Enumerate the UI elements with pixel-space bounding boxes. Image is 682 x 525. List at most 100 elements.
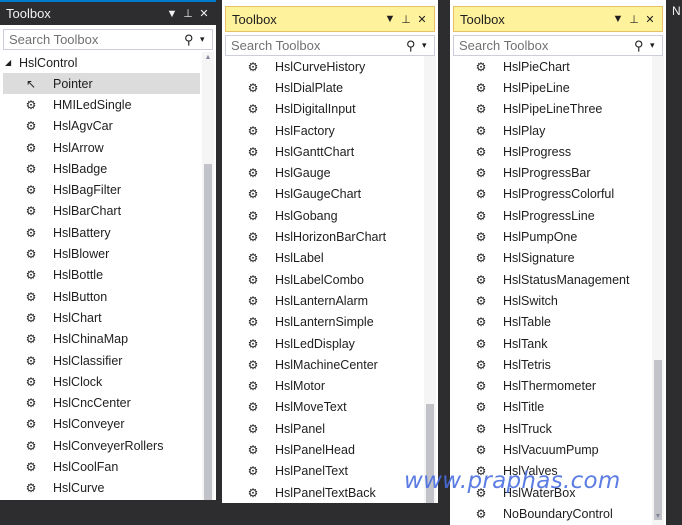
toolbox-item[interactable]: ⚙ HslCoolFan bbox=[3, 456, 200, 477]
toolbox-item[interactable]: ⚙ HslCncCenter bbox=[3, 392, 200, 413]
toolbox-item[interactable]: ⚙ HslTruck bbox=[453, 418, 650, 439]
toolbox-item[interactable]: ⚙ HslTank bbox=[453, 333, 650, 354]
toolbox-item[interactable]: ⚙ HslTetris bbox=[453, 354, 650, 375]
toolbox-item[interactable]: ⚙ HslMachineCenter bbox=[225, 354, 422, 375]
toolbox-item[interactable]: ⚙ HslGobang bbox=[225, 205, 422, 226]
close-icon[interactable]: ✕ bbox=[642, 13, 658, 26]
scrollbar[interactable]: ▼ bbox=[652, 56, 664, 525]
search-options-chevron-icon[interactable]: ▾ bbox=[650, 40, 662, 51]
chevron-down-icon[interactable]: ▼ bbox=[610, 13, 626, 25]
search-input[interactable]: Search Toolbox bbox=[231, 38, 406, 53]
search-options-chevron-icon[interactable]: ▾ bbox=[200, 34, 212, 45]
toolbox-item-label: HslPieChart bbox=[503, 59, 570, 74]
search-box[interactable]: Search Toolbox ⚲ ▾ bbox=[3, 29, 213, 50]
toolbox-item[interactable]: ⚙ HslConveyer bbox=[3, 414, 200, 435]
toolbox-item[interactable]: ⚙ HslWaterBox bbox=[453, 482, 650, 503]
toolbox-item[interactable]: ⚙ HslPanelTextBack bbox=[225, 482, 422, 503]
toolbox-item[interactable]: ⚙ HslMoveText bbox=[225, 397, 422, 418]
toolbox-item-label: HslMotor bbox=[275, 379, 326, 394]
search-input[interactable]: Search Toolbox bbox=[459, 38, 634, 53]
toolbox-item[interactable]: ⚙ HslTitle bbox=[453, 397, 650, 418]
pin-icon[interactable]: ⊥ bbox=[398, 13, 414, 26]
component-icon: ⚙ bbox=[475, 80, 487, 95]
scrollbar-thumb[interactable] bbox=[204, 164, 212, 500]
scrollbar-thumb[interactable] bbox=[654, 360, 662, 520]
search-box[interactable]: Search Toolbox ⚲ ▾ bbox=[453, 35, 663, 56]
toolbox-item[interactable]: ⚙ HslPipeLine bbox=[453, 77, 650, 98]
toolbox-item[interactable]: ⚙ HslLedDisplay bbox=[225, 333, 422, 354]
search-options-chevron-icon[interactable]: ▾ bbox=[422, 40, 434, 51]
search-icon[interactable]: ⚲ bbox=[634, 38, 650, 54]
toolbox-item[interactable]: ⚙ HslMotor bbox=[225, 375, 422, 396]
scroll-up-arrow-icon[interactable]: ▲ bbox=[202, 54, 214, 61]
pin-icon[interactable]: ⊥ bbox=[180, 7, 196, 20]
search-icon[interactable]: ⚲ bbox=[406, 38, 422, 54]
pin-icon[interactable]: ⊥ bbox=[626, 13, 642, 26]
toolbox-item[interactable]: ⚙ HslGauge bbox=[225, 162, 422, 183]
toolbox-item[interactable]: ⚙ HslPieChart bbox=[453, 56, 650, 77]
toolbox-item[interactable]: ⚙ HslBadge bbox=[3, 158, 200, 179]
toolbox-item[interactable]: ⚙ HslPipeLineThree bbox=[453, 99, 650, 120]
toolbox-item[interactable]: ⚙ HslAgvCar bbox=[3, 116, 200, 137]
search-box[interactable]: Search Toolbox ⚲ ▾ bbox=[225, 35, 435, 56]
toolbox-list: ⚙ HslCurveHistory ⚙ HslDialPlate ⚙ HslDigital… bbox=[225, 56, 422, 503]
chevron-down-icon[interactable]: ▼ bbox=[382, 13, 398, 25]
toolbox-panel-4-partial: N bbox=[670, 0, 682, 525]
toolbox-item[interactable]: ⚙ HslChart bbox=[3, 307, 200, 328]
toolbox-item[interactable]: ⚙ HslSwitch bbox=[453, 290, 650, 311]
toolbox-item[interactable]: ⚙ HslClassifier bbox=[3, 350, 200, 371]
toolbox-item[interactable]: ↖ Pointer bbox=[3, 73, 200, 95]
scrollbar-thumb[interactable] bbox=[426, 404, 434, 503]
toolbox-item[interactable]: ⚙ HslConveyerRollers bbox=[3, 435, 200, 456]
toolbox-item[interactable]: ⚙ HslPlay bbox=[453, 120, 650, 141]
toolbox-item[interactable]: ⚙ HslLanternAlarm bbox=[225, 290, 422, 311]
search-input[interactable]: Search Toolbox bbox=[9, 32, 184, 47]
toolbox-item[interactable]: ⚙ HslGanttChart bbox=[225, 141, 422, 162]
toolbox-item[interactable]: ⚙ HslThermometer bbox=[453, 375, 650, 396]
close-icon[interactable]: ✕ bbox=[414, 13, 430, 26]
toolbox-item[interactable]: ⚙ HslBarChart bbox=[3, 201, 200, 222]
toolbox-item[interactable]: ⚙ HslBattery bbox=[3, 222, 200, 243]
chevron-down-icon[interactable]: ▼ bbox=[164, 8, 180, 20]
toolbox-item[interactable]: ⚙ HslCurve bbox=[3, 478, 200, 499]
toolbox-item[interactable]: ⚙ HslValves bbox=[453, 461, 650, 482]
scrollbar[interactable]: ▲ bbox=[202, 52, 214, 500]
toolbox-item[interactable]: ⚙ HslStatusManagement bbox=[453, 269, 650, 290]
toolbox-item[interactable]: ⚙ HslHorizonBarChart bbox=[225, 226, 422, 247]
toolbox-item[interactable]: ⚙ HslProgress bbox=[453, 141, 650, 162]
toolbox-item[interactable]: ⚙ HslArrow bbox=[3, 137, 200, 158]
toolbox-item[interactable]: ⚙ HslPanelText bbox=[225, 461, 422, 482]
toolbox-item[interactable]: ⚙ HslTable bbox=[453, 312, 650, 333]
toolbox-item[interactable]: ⚙ HslLabel bbox=[225, 248, 422, 269]
toolbox-item[interactable]: ⚙ HslBottle bbox=[3, 265, 200, 286]
toolbox-item[interactable]: ⚙ HslLanternSimple bbox=[225, 312, 422, 333]
toolbox-item[interactable]: ⚙ HslDigitalInput bbox=[225, 99, 422, 120]
toolbox-item[interactable]: ⚙ HslChinaMap bbox=[3, 329, 200, 350]
component-icon: ⚙ bbox=[475, 251, 487, 266]
category-header[interactable]: ◢ HslControl bbox=[3, 52, 200, 73]
toolbox-item[interactable]: ⚙ HslProgressLine bbox=[453, 205, 650, 226]
toolbox-item[interactable]: ⚙ HslBlower bbox=[3, 243, 200, 264]
toolbox-item[interactable]: ⚙ HslLabelCombo bbox=[225, 269, 422, 290]
toolbox-item[interactable]: ⚙ NoBoundaryControl bbox=[453, 503, 650, 524]
toolbox-item[interactable]: ⚙ HslPanel bbox=[225, 418, 422, 439]
toolbox-item[interactable]: ⚙ HMILedSingle bbox=[3, 94, 200, 115]
toolbox-item[interactable]: ⚙ HslDialPlate bbox=[225, 77, 422, 98]
search-icon[interactable]: ⚲ bbox=[184, 32, 200, 48]
toolbox-item[interactable]: ⚙ HslCurveHistory bbox=[225, 56, 422, 77]
toolbox-item[interactable]: ⚙ HslVacuumPump bbox=[453, 439, 650, 460]
scrollbar[interactable] bbox=[424, 56, 436, 503]
scroll-down-arrow-icon[interactable]: ▼ bbox=[652, 513, 664, 520]
close-icon[interactable]: ✕ bbox=[196, 7, 212, 20]
toolbox-item[interactable]: ⚙ HslButton bbox=[3, 286, 200, 307]
toolbox-item[interactable]: ⚙ HslGaugeChart bbox=[225, 184, 422, 205]
toolbox-item[interactable]: ⚙ HslBagFilter bbox=[3, 179, 200, 200]
toolbox-item[interactable]: ⚙ HslSignature bbox=[453, 248, 650, 269]
toolbox-item[interactable]: ⚙ HslFactory bbox=[225, 120, 422, 141]
toolbox-item[interactable]: ⚙ HslPanelHead bbox=[225, 439, 422, 460]
collapse-triangle-icon[interactable]: ◢ bbox=[3, 58, 19, 67]
toolbox-item[interactable]: ⚙ HslClock bbox=[3, 371, 200, 392]
toolbox-item[interactable]: ⚙ HslPumpOne bbox=[453, 226, 650, 247]
toolbox-item[interactable]: ⚙ HslProgressBar bbox=[453, 162, 650, 183]
toolbox-item[interactable]: ⚙ HslProgressColorful bbox=[453, 184, 650, 205]
